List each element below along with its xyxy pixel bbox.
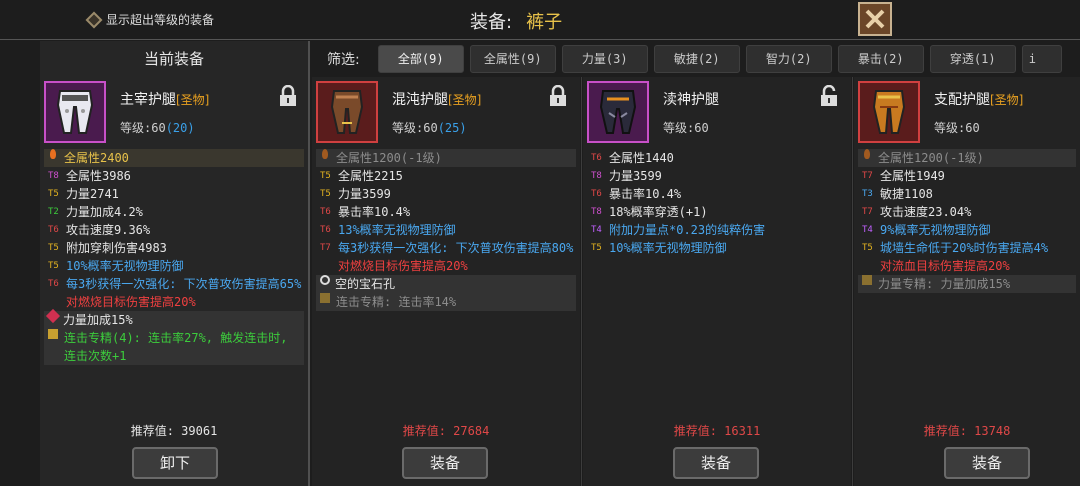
stat-row: T6 每3秒获得一次强化: 下次普攻伤害提高65% (48, 277, 302, 291)
stat-row: T5 10%概率无视物理防御 (591, 241, 727, 255)
stat-row: T7 全属性1949 (862, 169, 945, 183)
top-bar: 显示超出等级的装备 装备: 裤子 (0, 0, 1080, 40)
quality-tag: [圣物] (990, 93, 1024, 107)
legs-item-icon (316, 81, 378, 143)
stat-row: 对流血目标伤害提高20% (880, 259, 1010, 273)
base-stat: 全属性2400 (44, 149, 304, 167)
item-name: 主宰护腿[圣物] (120, 92, 210, 108)
equipment-card[interactable]: 混沌护腿[圣物] 等级:60(25) 全属性1200(-1级) T5 全属性221… (312, 77, 580, 486)
stat-row: T6 13%概率无视物理防御 (320, 223, 456, 237)
gem-icon (45, 308, 61, 324)
equip-button[interactable]: 装备 (673, 447, 759, 479)
stat-row: 对燃烧目标伤害提高20% (338, 259, 468, 273)
equip-button[interactable]: 装备 (402, 447, 488, 479)
current-equipment-panel: 当前装备 主宰护腿[圣物] 等级:60(20) 全属性2400 T8 全属性398… (40, 41, 310, 486)
filter-label: 筛选: (327, 52, 360, 68)
socket-row: 空的宝石孔 (316, 275, 576, 293)
recommend-value: 推荐值: 13748 (923, 424, 1011, 438)
flame-icon (864, 149, 870, 159)
card-divider (581, 77, 582, 486)
card-divider (852, 77, 853, 486)
legs-item-icon (858, 81, 920, 143)
lock-icon[interactable] (548, 85, 568, 107)
unlock-icon[interactable] (819, 85, 839, 107)
lock-icon[interactable] (278, 85, 298, 107)
show-over-level-label: 显示超出等级的装备 (106, 13, 215, 27)
stat-row: T8 力量3599 (591, 169, 662, 183)
title-label: 装备: (470, 12, 513, 33)
equip-button[interactable]: 装备 (944, 447, 1030, 479)
item-level: 等级:60(20) (120, 121, 195, 135)
tab-all[interactable]: 全部(9) (377, 45, 464, 73)
diamond-checkbox-icon[interactable] (85, 11, 103, 28)
equipment-card[interactable]: 支配护腿[圣物] 等级:60 全属性1200(-1级) T7 全属性1949 T3… (854, 77, 1080, 486)
stat-row: T5 力量3599 (320, 187, 391, 201)
current-equipment-header: 当前装备 (143, 50, 204, 68)
item-name: 支配护腿[圣物] (934, 92, 1024, 108)
item-stats: T6 全属性1440 T8 力量3599 T6 暴击率10.4% T8 18%概率穿透(… (587, 149, 847, 257)
tab-crit[interactable]: 暴击(2) (837, 45, 924, 73)
item-name: 渎神护腿 (663, 92, 719, 108)
stat-row: T8 全属性3986 (48, 169, 131, 183)
legs-item-icon (587, 81, 649, 143)
item-stats: 全属性2400 T8 全属性3986 T5 力量2741 T2 力量加成4.2% T6… (44, 149, 304, 365)
tab-more[interactable]: i (1021, 45, 1062, 73)
flame-icon (50, 149, 56, 159)
stat-row: T5 力量2741 (48, 187, 119, 201)
item-stats: 全属性1200(-1级) T5 全属性2215 T5 力量3599 T6 暴击率10.… (316, 149, 576, 311)
tab-strength[interactable]: 力量(3) (561, 45, 648, 73)
stat-row: T8 18%概率穿透(+1) (591, 205, 708, 219)
title-value: 裤子 (526, 12, 563, 33)
stat-row: T6 全属性1440 (591, 151, 674, 165)
stat-row: T5 附加穿刺伤害4983 (48, 241, 167, 255)
stat-row: T7 攻击速度23.04% (862, 205, 972, 219)
tab-intelligence[interactable]: 智力(2) (745, 45, 832, 73)
book-icon (862, 275, 872, 285)
filter-bar: 筛选: 全部(9) 全属性(9) 力量(3) 敏捷(2) 智力(2) 暴击(2)… (313, 41, 1080, 77)
item-name: 混沌护腿[圣物] (392, 92, 482, 108)
item-level: 等级:60(25) (392, 121, 467, 135)
unequip-button[interactable]: 卸下 (132, 447, 218, 479)
flame-icon (322, 149, 328, 159)
recommend-value: 推荐值: 39061 (130, 424, 218, 438)
recommend-value: 推荐值: 16311 (673, 424, 761, 438)
base-stat: 全属性1200(-1级) (858, 149, 1076, 167)
mastery-row: 连击专精: 连击率14% (316, 293, 576, 311)
base-stat: 全属性1200(-1级) (316, 149, 576, 167)
stat-row: T4 附加力量点*0.23的纯粹伤害 (591, 223, 766, 237)
stat-row: T6 攻击速度9.36% (48, 223, 151, 237)
mastery-row: 力量专精: 力量加成15% (858, 275, 1076, 293)
item-level: 等级:60 (663, 121, 709, 135)
quality-tag: [圣物] (448, 93, 482, 107)
item-stats: 全属性1200(-1级) T7 全属性1949 T3 敏捷1108 T7 攻击速度23… (858, 149, 1076, 293)
item-level: 等级:60 (934, 121, 980, 135)
tab-penetration[interactable]: 穿透(1) (929, 45, 1016, 73)
stat-row: T7 每3秒获得一次强化: 下次普攻伤害提高80% (320, 241, 574, 255)
stat-row: T3 敏捷1108 (862, 187, 933, 201)
mastery-row: 连击专精(4): 连击率27%, 触发连击时, 连击次数+1 (44, 329, 304, 365)
empty-socket-icon (320, 275, 330, 285)
stat-row: T6 暴击率10.4% (320, 205, 411, 219)
tab-all-attributes[interactable]: 全属性(9) (469, 45, 556, 73)
stat-row: T5 全属性2215 (320, 169, 403, 183)
close-icon (865, 9, 885, 29)
close-button[interactable] (858, 2, 892, 36)
tab-agility[interactable]: 敏捷(2) (653, 45, 740, 73)
stat-row: T5 10%概率无视物理防御 (48, 259, 184, 273)
gem-row: 力量加成15% (44, 308, 304, 329)
show-over-level-toggle[interactable]: 显示超出等级的装备 (85, 11, 215, 28)
quality-tag: [圣物] (176, 93, 210, 107)
stat-row: T6 暴击率10.4% (591, 187, 682, 201)
stat-row: 对燃烧目标伤害提高20% (66, 295, 196, 309)
legs-item-icon[interactable] (44, 81, 106, 143)
book-icon (320, 293, 330, 303)
stat-row: T2 力量加成4.2% (48, 205, 143, 219)
stat-row: T5 城墙生命低于20%时伤害提高4% (862, 241, 1049, 255)
page-title: 装备: 裤子 (470, 8, 562, 34)
book-icon (48, 329, 58, 339)
recommend-value: 推荐值: 27684 (402, 424, 490, 438)
stat-row: T4 9%概率无视物理防御 (862, 223, 991, 237)
equipment-card[interactable]: 渎神护腿 等级:60 T6 全属性1440 T8 力量3599 T6 暴击率10.4%… (583, 77, 851, 486)
